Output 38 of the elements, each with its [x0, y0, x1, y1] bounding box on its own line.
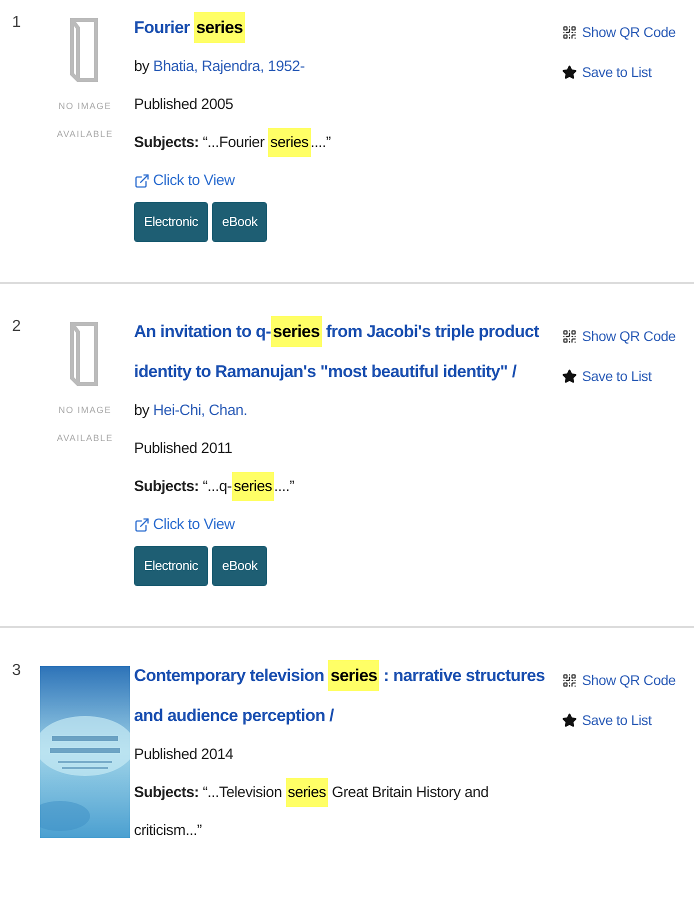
qr-code-icon	[562, 24, 577, 40]
format-badge: eBook	[212, 546, 268, 586]
qr-code-icon	[562, 672, 577, 688]
published-date: Published 2005	[134, 95, 234, 115]
no-image-label: NO IMAGE AVAILABLE	[56, 404, 114, 445]
result-title[interactable]: Contemporary television series : narrative structures and audience perception /	[134, 656, 556, 736]
show-qr-code-link[interactable]: Show QR Code	[562, 14, 676, 50]
star-icon	[562, 368, 577, 384]
published-date: Published 2014	[134, 745, 234, 765]
result-title[interactable]: An invitation to q-series from Jacobi's triple product identity to Ramanujan's "most beautiful identity" /	[134, 312, 556, 392]
external-link-icon	[134, 517, 150, 533]
result-number: 3	[11, 661, 22, 681]
published-date: Published 2011	[134, 439, 234, 459]
subjects-line: Subjects: “...Television series Great Britain History and criticism...”	[134, 774, 556, 850]
format-badge: eBook	[212, 202, 268, 242]
result-number: 1	[11, 13, 22, 33]
author-line: by Bhatia, Rajendra, 1952-	[134, 57, 306, 77]
save-to-list-link[interactable]: Save to List	[562, 54, 652, 90]
click-to-view-link[interactable]: Click to View	[134, 506, 235, 544]
author-link[interactable]: Bhatia, Rajendra, 1952-	[153, 58, 305, 75]
subjects-line: Subjects: “...Fourier series....”	[134, 124, 556, 162]
star-icon	[562, 712, 577, 728]
save-to-list-link[interactable]: Save to List	[562, 358, 652, 394]
result-number: 2	[11, 317, 22, 337]
external-link-icon	[134, 173, 150, 189]
show-qr-code-link[interactable]: Show QR Code	[562, 318, 676, 354]
click-to-view-link[interactable]: Click to View	[134, 162, 235, 200]
subjects-line: Subjects: “...q-series....”	[134, 468, 556, 506]
star-icon	[562, 64, 577, 80]
show-qr-code-link[interactable]: Show QR Code	[562, 662, 676, 698]
format-badge: Electronic	[134, 546, 208, 586]
no-image-label: NO IMAGE AVAILABLE	[56, 100, 114, 141]
save-to-list-link[interactable]: Save to List	[562, 702, 652, 738]
result-title[interactable]: Fourier series	[134, 8, 556, 48]
qr-code-icon	[562, 328, 577, 344]
author-link[interactable]: Hei-Chi, Chan.	[153, 402, 248, 419]
format-badge: Electronic	[134, 202, 208, 242]
author-line: by Hei-Chi, Chan.	[134, 401, 248, 421]
